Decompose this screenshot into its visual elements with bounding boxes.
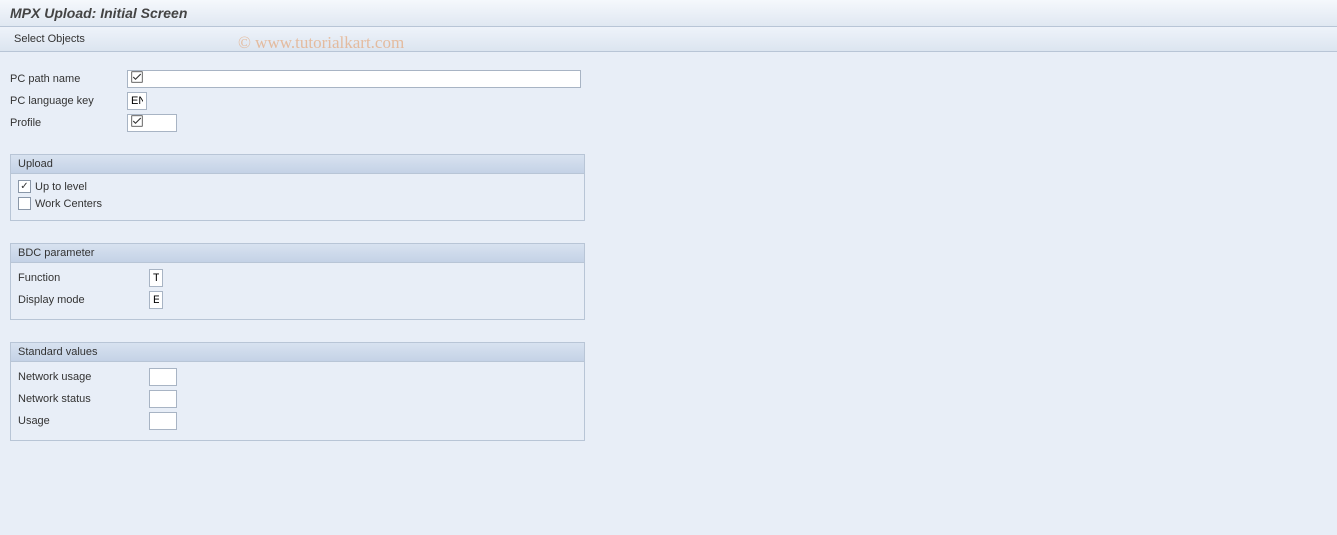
bdc-group-header: BDC parameter (11, 244, 584, 263)
title-bar: MPX Upload: Initial Screen (0, 0, 1337, 27)
up-to-level-row: Up to level (18, 180, 577, 193)
up-to-level-label: Up to level (35, 181, 87, 193)
content-area: PC path name PC language key Profile Upl… (0, 52, 1337, 451)
usage-input[interactable] (149, 412, 177, 430)
toolbar: Select Objects (0, 27, 1337, 52)
display-mode-row: Display mode (18, 291, 577, 309)
required-check-icon (131, 115, 143, 127)
display-mode-label: Display mode (18, 294, 149, 306)
select-objects-button[interactable]: Select Objects (10, 31, 89, 47)
work-centers-label: Work Centers (35, 198, 102, 210)
work-centers-checkbox[interactable] (18, 197, 31, 210)
work-centers-row: Work Centers (18, 197, 577, 210)
bdc-group: BDC parameter Function Display mode (10, 243, 585, 320)
profile-label: Profile (10, 117, 127, 129)
bdc-group-body: Function Display mode (11, 263, 584, 319)
upload-group: Upload Up to level Work Centers (10, 154, 585, 221)
function-row: Function (18, 269, 577, 287)
function-input[interactable] (149, 269, 163, 287)
network-status-label: Network status (18, 393, 149, 405)
network-usage-input[interactable] (149, 368, 177, 386)
standard-values-group-body: Network usage Network status Usage (11, 362, 584, 440)
profile-row: Profile (10, 114, 1327, 132)
profile-input[interactable] (127, 114, 177, 132)
network-status-row: Network status (18, 390, 577, 408)
up-to-level-checkbox[interactable] (18, 180, 31, 193)
page-title: MPX Upload: Initial Screen (10, 5, 187, 21)
upload-group-body: Up to level Work Centers (11, 174, 584, 220)
function-label: Function (18, 272, 149, 284)
network-status-input[interactable] (149, 390, 177, 408)
usage-label: Usage (18, 415, 149, 427)
standard-values-group-header: Standard values (11, 343, 584, 362)
usage-row: Usage (18, 412, 577, 430)
upload-group-header: Upload (11, 155, 584, 174)
pc-path-name-label: PC path name (10, 73, 127, 85)
pc-language-key-input[interactable] (127, 92, 147, 110)
standard-values-group: Standard values Network usage Network st… (10, 342, 585, 441)
network-usage-row: Network usage (18, 368, 577, 386)
pc-path-name-row: PC path name (10, 70, 1327, 88)
display-mode-input[interactable] (149, 291, 163, 309)
pc-language-key-row: PC language key (10, 92, 1327, 110)
pc-language-key-label: PC language key (10, 95, 127, 107)
network-usage-label: Network usage (18, 371, 149, 383)
required-check-icon (131, 71, 143, 83)
pc-path-name-input[interactable] (127, 70, 581, 88)
